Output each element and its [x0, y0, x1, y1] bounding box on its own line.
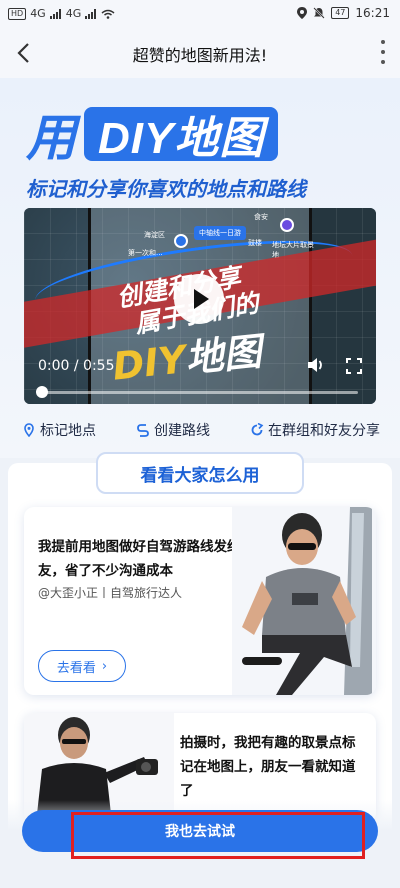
- hd-badge: HD: [8, 7, 27, 20]
- wifi-icon: [101, 9, 115, 19]
- mute-bell-icon: [313, 7, 325, 19]
- map-label-haidian: 海淀区: [144, 231, 165, 239]
- play-button[interactable]: [174, 274, 224, 324]
- page-title: 超赞的地图新用法!: [132, 46, 268, 65]
- map-pin-icon: [174, 234, 188, 248]
- section-title-tab: 看看大家怎么用: [96, 452, 304, 494]
- story-quote-2: 拍摄时，我把有趣的取景点标记在地图上，朋友一看就知道了: [180, 735, 356, 799]
- hero-title-box: DIY地图: [84, 107, 279, 163]
- feature-row: 标记地点 创建路线 在群组和好友分享: [22, 420, 380, 440]
- signal-icon-2: [85, 8, 97, 19]
- hero-subtitle: 标记和分享你喜欢的地点和路线: [26, 177, 306, 201]
- view-story-label: 去看看: [56, 660, 96, 676]
- video-overlay-diy: DIY: [110, 337, 188, 389]
- video-progress-knob[interactable]: [36, 386, 48, 398]
- hero-title: 用 DIY地图: [26, 106, 279, 167]
- video-player[interactable]: 中轴线一日游 海淀区 第一次和... 鼓楼 食安 地坛大片取景地 创建和分享 属…: [24, 208, 376, 404]
- try-it-label: 我也去试试: [165, 824, 235, 840]
- status-left: HD 4G 4G: [8, 7, 115, 20]
- hero-title-prefix: 用: [26, 109, 76, 167]
- map-label-shian: 食安: [254, 213, 268, 221]
- story-author: @大歪小正丨自驾旅行达人: [38, 586, 183, 600]
- feature-label: 创建路线: [154, 423, 210, 439]
- fullscreen-icon[interactable]: [346, 358, 362, 374]
- section-title: 看看大家怎么用: [140, 465, 260, 486]
- chevron-right-icon: ›: [101, 658, 108, 674]
- location-pin-icon: [24, 423, 34, 437]
- user-story-card[interactable]: 我提前用地图做好自驾游路线发给朋友，省了不少沟通成本 @大歪小正丨自驾旅行达人 …: [24, 507, 376, 695]
- battery-indicator: 47: [331, 7, 350, 19]
- route-icon: [137, 424, 149, 437]
- status-right: 47 16:21: [297, 6, 390, 20]
- clock: 16:21: [355, 6, 390, 20]
- map-label-first: 第一次和...: [128, 249, 163, 257]
- more-options-icon[interactable]: [380, 40, 386, 64]
- view-story-button[interactable]: 去看看 ›: [38, 650, 126, 682]
- network-4g-label: 4G: [30, 7, 46, 20]
- feature-create-route: 创建路线: [136, 420, 210, 440]
- map-route-tag: 中轴线一日游: [194, 226, 246, 240]
- volume-icon[interactable]: [306, 356, 326, 374]
- network-4g-label-2: 4G: [65, 7, 82, 20]
- feature-label: 标记地点: [40, 423, 96, 439]
- try-it-button[interactable]: 我也去试试: [22, 810, 378, 852]
- share-icon: [251, 423, 264, 436]
- status-bar: HD 4G 4G 47 16:21: [0, 0, 400, 28]
- traveler-photo: [232, 507, 376, 695]
- nav-bar: 超赞的地图新用法!: [0, 28, 400, 78]
- feature-label: 在群组和好友分享: [268, 423, 380, 439]
- feature-mark-location: 标记地点: [22, 420, 96, 440]
- video-overlay-map: 地图: [183, 329, 264, 382]
- location-icon: [297, 7, 308, 19]
- video-progress-track[interactable]: [42, 391, 358, 394]
- signal-icon: [49, 8, 61, 19]
- map-label-gulou: 鼓楼: [248, 239, 262, 247]
- hero-title-main: DIY地图: [98, 114, 265, 163]
- feature-share: 在群组和好友分享: [250, 420, 380, 440]
- video-time: 0:00 / 0:55: [38, 358, 115, 374]
- map-pin-icon-2: [280, 218, 294, 232]
